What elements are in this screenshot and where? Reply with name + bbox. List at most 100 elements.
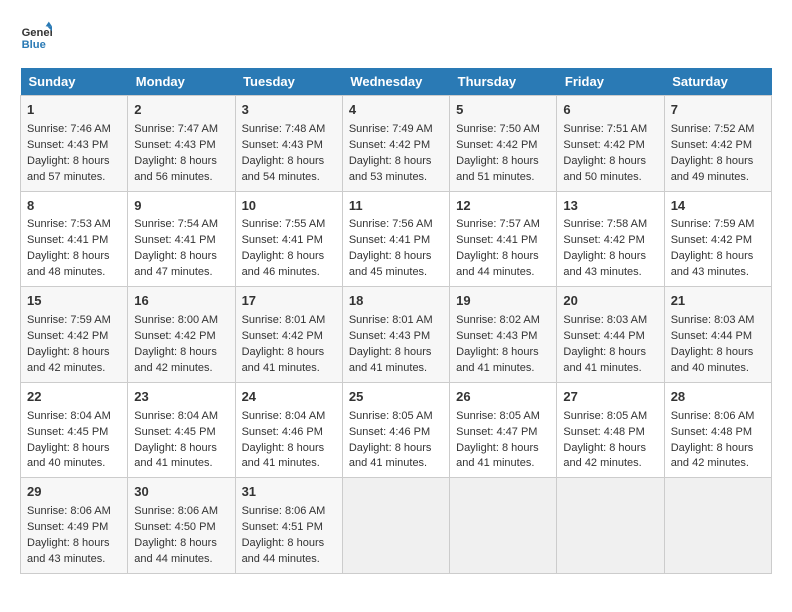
daylight-text: Daylight: 8 hours and 41 minutes. [563, 346, 646, 374]
svg-text:Blue: Blue [22, 39, 46, 51]
day-number: 17 [242, 292, 336, 311]
day-number: 8 [27, 197, 121, 216]
calendar-day-cell: 28Sunrise: 8:06 AMSunset: 4:48 PMDayligh… [664, 382, 771, 478]
daylight-text: Daylight: 8 hours and 41 minutes. [242, 442, 325, 470]
daylight-text: Daylight: 8 hours and 47 minutes. [134, 250, 217, 278]
daylight-text: Daylight: 8 hours and 45 minutes. [349, 250, 432, 278]
column-header-friday: Friday [557, 68, 664, 96]
day-number: 30 [134, 483, 228, 502]
calendar-day-cell: 29Sunrise: 8:06 AMSunset: 4:49 PMDayligh… [21, 478, 128, 574]
sunrise-text: Sunrise: 8:06 AM [242, 505, 326, 517]
day-number: 29 [27, 483, 121, 502]
sunrise-text: Sunrise: 8:06 AM [134, 505, 218, 517]
day-number: 9 [134, 197, 228, 216]
sunset-text: Sunset: 4:42 PM [134, 330, 215, 342]
calendar-day-cell: 27Sunrise: 8:05 AMSunset: 4:48 PMDayligh… [557, 382, 664, 478]
calendar-day-cell: 11Sunrise: 7:56 AMSunset: 4:41 PMDayligh… [342, 191, 449, 287]
sunrise-text: Sunrise: 7:56 AM [349, 218, 433, 230]
sunrise-text: Sunrise: 8:05 AM [563, 410, 647, 422]
day-number: 24 [242, 388, 336, 407]
day-number: 25 [349, 388, 443, 407]
sunrise-text: Sunrise: 7:58 AM [563, 218, 647, 230]
sunset-text: Sunset: 4:51 PM [242, 521, 323, 533]
sunrise-text: Sunrise: 8:06 AM [27, 505, 111, 517]
daylight-text: Daylight: 8 hours and 46 minutes. [242, 250, 325, 278]
sunrise-text: Sunrise: 8:04 AM [134, 410, 218, 422]
sunset-text: Sunset: 4:42 PM [671, 139, 752, 151]
sunrise-text: Sunrise: 7:59 AM [27, 314, 111, 326]
calendar-day-cell: 3Sunrise: 7:48 AMSunset: 4:43 PMDaylight… [235, 96, 342, 192]
sunset-text: Sunset: 4:45 PM [134, 426, 215, 438]
day-number: 7 [671, 101, 765, 120]
sunset-text: Sunset: 4:43 PM [242, 139, 323, 151]
daylight-text: Daylight: 8 hours and 51 minutes. [456, 155, 539, 183]
sunrise-text: Sunrise: 8:01 AM [242, 314, 326, 326]
daylight-text: Daylight: 8 hours and 40 minutes. [671, 346, 754, 374]
calendar-day-cell: 7 Sunrise: 7:52 AM Sunset: 4:42 PM Daylight… [664, 96, 771, 192]
day-number: 12 [456, 197, 550, 216]
daylight-text: Daylight: 8 hours and 49 minutes. [671, 155, 754, 183]
sunrise-text: Sunrise: 7:51 AM [563, 123, 647, 135]
daylight-text: Daylight: 8 hours and 43 minutes. [27, 537, 110, 565]
calendar-week-row: 22 Sunrise: 8:04 AM Sunset: 4:45 PM Dayligh… [21, 382, 772, 478]
svg-text:General: General [22, 27, 52, 39]
sunset-text: Sunset: 4:46 PM [349, 426, 430, 438]
calendar-day-cell: 30Sunrise: 8:06 AMSunset: 4:50 PMDayligh… [128, 478, 235, 574]
sunrise-text: Sunrise: 7:47 AM [134, 123, 218, 135]
sunrise-text: Sunrise: 7:46 AM [27, 123, 111, 135]
sunrise-text: Sunrise: 8:03 AM [563, 314, 647, 326]
daylight-text: Daylight: 8 hours and 41 minutes. [456, 442, 539, 470]
calendar-week-row: 29Sunrise: 8:06 AMSunset: 4:49 PMDayligh… [21, 478, 772, 574]
day-number: 6 [563, 101, 657, 120]
sunrise-text: Sunrise: 7:52 AM [671, 123, 755, 135]
sunset-text: Sunset: 4:41 PM [134, 234, 215, 246]
daylight-text: Daylight: 8 hours and 42 minutes. [671, 442, 754, 470]
calendar-day-cell: 26Sunrise: 8:05 AMSunset: 4:47 PMDayligh… [450, 382, 557, 478]
sunrise-text: Sunrise: 7:49 AM [349, 123, 433, 135]
calendar-day-cell: 12Sunrise: 7:57 AMSunset: 4:41 PMDayligh… [450, 191, 557, 287]
daylight-text: Daylight: 8 hours and 42 minutes. [134, 346, 217, 374]
sunset-text: Sunset: 4:43 PM [456, 330, 537, 342]
calendar-day-cell: 13Sunrise: 7:58 AMSunset: 4:42 PMDayligh… [557, 191, 664, 287]
day-number: 26 [456, 388, 550, 407]
daylight-text: Daylight: 8 hours and 41 minutes. [134, 442, 217, 470]
sunrise-text: Sunrise: 7:50 AM [456, 123, 540, 135]
sunrise-text: Sunrise: 8:04 AM [242, 410, 326, 422]
sunrise-text: Sunrise: 8:02 AM [456, 314, 540, 326]
daylight-text: Daylight: 8 hours and 43 minutes. [671, 250, 754, 278]
sunrise-text: Sunrise: 7:59 AM [671, 218, 755, 230]
day-number: 10 [242, 197, 336, 216]
sunset-text: Sunset: 4:43 PM [134, 139, 215, 151]
calendar-day-cell: 9 Sunrise: 7:54 AM Sunset: 4:41 PM Daylight… [128, 191, 235, 287]
day-number: 22 [27, 388, 121, 407]
sunset-text: Sunset: 4:45 PM [27, 426, 108, 438]
sunset-text: Sunset: 4:43 PM [27, 139, 108, 151]
column-header-monday: Monday [128, 68, 235, 96]
sunset-text: Sunset: 4:42 PM [563, 234, 644, 246]
daylight-text: Daylight: 8 hours and 56 minutes. [134, 155, 217, 183]
day-number: 28 [671, 388, 765, 407]
sunrise-text: Sunrise: 7:54 AM [134, 218, 218, 230]
calendar-day-cell [557, 478, 664, 574]
column-header-sunday: Sunday [21, 68, 128, 96]
sunset-text: Sunset: 4:41 PM [242, 234, 323, 246]
sunrise-text: Sunrise: 7:48 AM [242, 123, 326, 135]
calendar-day-cell: 21Sunrise: 8:03 AMSunset: 4:44 PMDayligh… [664, 287, 771, 383]
sunrise-text: Sunrise: 8:06 AM [671, 410, 755, 422]
sunset-text: Sunset: 4:42 PM [27, 330, 108, 342]
daylight-text: Daylight: 8 hours and 48 minutes. [27, 250, 110, 278]
day-number: 4 [349, 101, 443, 120]
calendar-day-cell: 10Sunrise: 7:55 AMSunset: 4:41 PMDayligh… [235, 191, 342, 287]
daylight-text: Daylight: 8 hours and 54 minutes. [242, 155, 325, 183]
page-header: General Blue [20, 20, 772, 52]
calendar-day-cell: 18Sunrise: 8:01 AMSunset: 4:43 PMDayligh… [342, 287, 449, 383]
calendar-day-cell: 2Sunrise: 7:47 AMSunset: 4:43 PMDaylight… [128, 96, 235, 192]
sunset-text: Sunset: 4:42 PM [563, 139, 644, 151]
sunset-text: Sunset: 4:42 PM [242, 330, 323, 342]
calendar-week-row: 1Sunrise: 7:46 AMSunset: 4:43 PMDaylight… [21, 96, 772, 192]
calendar-day-cell: 5Sunrise: 7:50 AMSunset: 4:42 PMDaylight… [450, 96, 557, 192]
sunrise-text: Sunrise: 8:05 AM [349, 410, 433, 422]
daylight-text: Daylight: 8 hours and 57 minutes. [27, 155, 110, 183]
calendar-day-cell: 1Sunrise: 7:46 AMSunset: 4:43 PMDaylight… [21, 96, 128, 192]
calendar-week-row: 15Sunrise: 7:59 AMSunset: 4:42 PMDayligh… [21, 287, 772, 383]
